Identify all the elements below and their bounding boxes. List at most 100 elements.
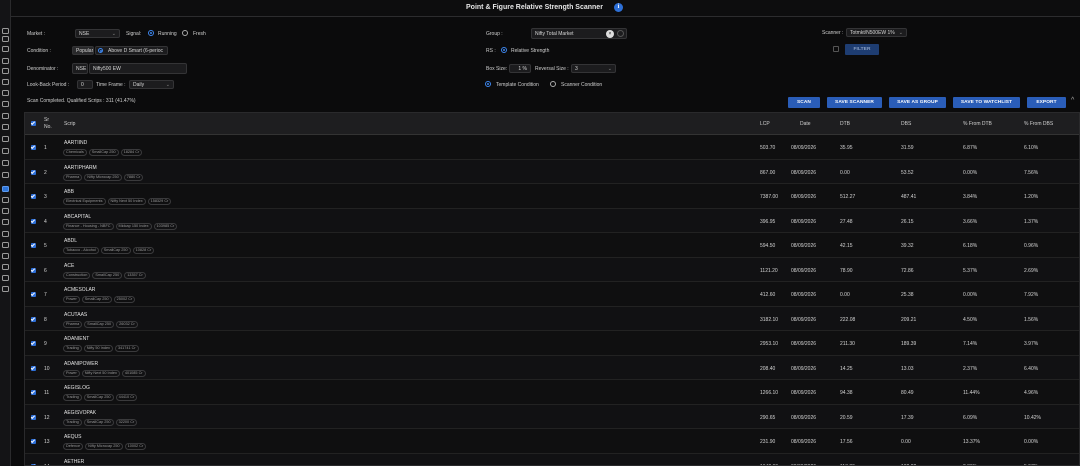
template-condition-radio[interactable] (485, 81, 491, 87)
sidebar-nav-icon[interactable] (2, 136, 9, 142)
condition-select[interactable]: Above D Smart (6-perioc (95, 46, 168, 55)
sidebar-nav-icon[interactable] (2, 286, 9, 292)
sidebar-nav-icon[interactable] (2, 172, 9, 178)
table-row[interactable]: 2 AARTIPHARM 867.00 08/09/2026 0.00 53.52 0.00… (25, 159, 1079, 184)
signal-running-radio[interactable] (148, 30, 154, 36)
sidebar-nav-icon[interactable] (2, 208, 9, 214)
row-scrip[interactable]: ABB (64, 189, 74, 195)
sidebar-nav-icon[interactable] (2, 46, 9, 52)
row-scrip[interactable]: ACE (64, 263, 74, 269)
sidebar-nav-icon[interactable] (2, 79, 9, 85)
header-pct-dbs[interactable]: % From DBS (1024, 121, 1053, 127)
row-scrip[interactable]: ABCAPITAL (64, 214, 91, 220)
sidebar-nav-icon[interactable] (2, 90, 9, 96)
scanner-condition-radio[interactable] (550, 81, 556, 87)
table-row[interactable]: 12 AEGISVOPAK 290.65 08/09/2026 20.59 17.39 6.… (25, 404, 1079, 429)
market-select[interactable]: NSE ⌄ (75, 29, 120, 38)
lookback-input[interactable]: 0 (77, 80, 93, 89)
row-checkbox[interactable] (31, 390, 36, 395)
sidebar-nav-icon[interactable] (2, 58, 9, 64)
sidebar-nav-icon[interactable] (2, 264, 9, 270)
sidebar-nav-icon[interactable] (2, 113, 9, 119)
row-checkbox[interactable] (31, 414, 36, 420)
row-scrip[interactable]: AEGISVOPAK (64, 410, 96, 416)
row-scrip[interactable]: AEGISLOG (64, 385, 90, 391)
header-scrip[interactable]: Scrip (64, 121, 75, 127)
sidebar-nav-icon[interactable] (2, 275, 9, 281)
sidebar-nav-icon[interactable] (2, 124, 9, 130)
table-row[interactable]: 6 ACE 1121.20 08/09/2026 78.90 72.86 5.37% 2.69… (25, 257, 1079, 282)
row-scrip[interactable]: AETHER (64, 459, 84, 465)
row-scrip[interactable]: AARTIPHARM (64, 165, 97, 171)
row-checkbox[interactable] (31, 341, 36, 346)
clear-icon[interactable]: × (606, 30, 614, 38)
row-checkbox[interactable] (31, 439, 36, 444)
table-row[interactable]: 13 AEQUS 231.90 08/09/2026 17.56 0.00 13.37% 0.… (25, 429, 1079, 454)
table-row[interactable]: 14AETHER1642.0008/09/2026113.89102.222.8… (25, 453, 1079, 465)
save-as-group-button[interactable]: SAVE AS GROUP (889, 97, 946, 108)
row-checkbox[interactable] (31, 292, 36, 297)
table-row[interactable]: 5 ABDL 594.50 08/09/2026 42.15 39.32 6.18% 0.96… (25, 233, 1079, 258)
save-to-watchlist-button[interactable]: SAVE TO WATCHLIST (953, 97, 1020, 108)
denominator-exchange[interactable]: NSE (72, 63, 88, 74)
sidebar-nav-icon[interactable] (2, 242, 9, 248)
row-scrip[interactable]: AEQUS (64, 434, 82, 440)
reversal-select[interactable]: 3 ⌄ (571, 64, 616, 73)
row-scrip[interactable]: ACMESOLAR (64, 287, 95, 293)
scanner-select[interactable]: Totmkt/N500EW 1% ⌄ (846, 28, 907, 37)
header-date[interactable]: Date (800, 121, 811, 127)
save-scanner-button[interactable]: SAVE SCANNER (827, 97, 882, 108)
table-row[interactable]: 10 ADANIPOWER 208.40 08/09/2026 14.25 13.03 2.… (25, 355, 1079, 380)
header-dbs[interactable]: DBS (901, 121, 911, 127)
denominator-input[interactable]: Nifty500 EW (89, 63, 187, 74)
export-button[interactable]: EXPORT (1027, 97, 1066, 108)
sidebar-nav-icon[interactable] (2, 68, 9, 74)
timeframe-select[interactable]: Daily ⌄ (129, 80, 174, 89)
header-lcp[interactable]: LCP (760, 121, 770, 127)
table-row[interactable]: 4 ABCAPITAL 396.95 08/09/2026 27.48 26.15 3.66… (25, 208, 1079, 233)
sidebar-nav-icon[interactable] (2, 231, 9, 237)
boxsize-input[interactable]: 1 % (509, 64, 531, 73)
sidebar-nav-icon[interactable] (2, 148, 9, 154)
row-checkbox[interactable] (31, 194, 36, 199)
row-scrip[interactable]: ADANIENT (64, 336, 89, 342)
header-pct-dtb[interactable]: % From DTB (963, 121, 992, 127)
sidebar-nav-icon[interactable] (2, 36, 9, 42)
table-row[interactable]: 7 ACMESOLAR 412.60 08/09/2026 0.00 25.38 0.00%… (25, 282, 1079, 307)
table-row[interactable]: 1 AARTIIND 503.70 08/09/2026 35.95 31.59 6.87%… (25, 135, 1079, 160)
sidebar-nav-icon[interactable] (2, 219, 9, 225)
row-checkbox[interactable] (31, 145, 36, 150)
row-checkbox[interactable] (31, 218, 36, 224)
signal-fresh-radio[interactable] (182, 30, 188, 36)
row-checkbox[interactable] (31, 267, 36, 273)
table-row[interactable]: 8 ACUTAAS 3182.10 08/09/2026 222.08 209.21 4.5… (25, 306, 1079, 331)
collapse-icon[interactable]: ^ (1071, 97, 1074, 104)
row-scrip[interactable]: ACUTAAS (64, 312, 87, 318)
sidebar-nav-icon[interactable] (2, 253, 9, 259)
sidebar-nav-icon[interactable] (2, 197, 9, 203)
row-scrip[interactable]: ABDL (64, 238, 77, 244)
row-checkbox[interactable] (31, 243, 36, 248)
scan-button[interactable]: SCAN (788, 97, 820, 108)
sidebar-nav-icon[interactable] (2, 160, 9, 166)
sidebar-nav-icon[interactable] (2, 28, 9, 34)
info-icon[interactable]: i (614, 3, 623, 12)
table-row[interactable]: 11 AEGISLOG 1266.10 08/09/2026 94.38 80.49 11.… (25, 380, 1079, 405)
toggle-icon[interactable] (617, 30, 624, 37)
sidebar-nav-icon[interactable] (2, 186, 9, 192)
rs-radio[interactable] (501, 47, 507, 53)
table-row[interactable]: 3 ABB 7387.00 08/09/2026 512.27 487.41 3.84% 1.… (25, 184, 1079, 209)
row-checkbox[interactable] (31, 169, 36, 175)
row-checkbox[interactable] (31, 316, 36, 322)
condition-type-select[interactable]: Popular (72, 46, 94, 55)
sidebar-nav-icon[interactable] (2, 101, 9, 107)
row-scrip[interactable]: AARTIIND (64, 140, 87, 146)
filter-checkbox[interactable] (833, 46, 839, 52)
header-dtb[interactable]: DTB (840, 121, 850, 127)
select-all-checkbox[interactable] (31, 121, 36, 126)
filter-button[interactable]: FILTER (845, 44, 879, 55)
row-checkbox[interactable] (31, 365, 36, 371)
group-select[interactable]: Nifty Total Market × (531, 28, 627, 39)
row-scrip[interactable]: ADANIPOWER (64, 361, 98, 367)
table-row[interactable]: 9 ADANIENT 2953.10 08/09/2026 211.30 189.39 7.… (25, 331, 1079, 356)
